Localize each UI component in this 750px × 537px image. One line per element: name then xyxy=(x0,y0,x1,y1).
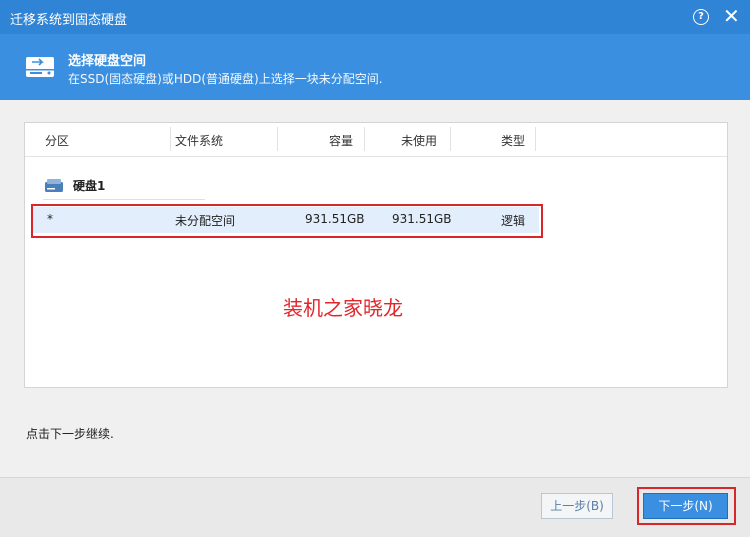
column-partition[interactable]: 分区 xyxy=(45,132,69,149)
title-bar: 迁移系统到固态硬盘 ? ✕ xyxy=(0,0,750,34)
column-divider[interactable] xyxy=(450,127,451,151)
disk-label: 硬盘1 xyxy=(73,179,106,193)
column-type[interactable]: 类型 xyxy=(501,132,525,149)
partition-table: 分区 文件系统 容量 未使用 类型 硬盘1 * 未分配空间 931.51GB 9… xyxy=(24,122,728,388)
hint-text: 点击下一步继续. xyxy=(26,427,114,441)
close-icon[interactable]: ✕ xyxy=(723,5,740,27)
table-header: 分区 文件系统 容量 未使用 类型 xyxy=(25,123,727,157)
column-divider[interactable] xyxy=(277,127,278,151)
highlight-box xyxy=(31,204,543,238)
step-header: 选择硬盘空间 在SSD(固态硬盘)或HDD(普通硬盘)上选择一块未分配空间. xyxy=(0,34,750,100)
hard-disk-icon xyxy=(26,57,54,77)
column-capacity[interactable]: 容量 xyxy=(329,132,353,149)
help-icon[interactable]: ? xyxy=(693,9,709,25)
step-subtitle: 在SSD(固态硬盘)或HDD(普通硬盘)上选择一块未分配空间. xyxy=(68,72,383,86)
disk-group: 硬盘1 xyxy=(43,175,205,200)
column-divider[interactable] xyxy=(364,127,365,151)
highlight-box xyxy=(637,487,736,525)
step-title: 选择硬盘空间 xyxy=(68,54,147,69)
footer: 上一步(B) 下一步(N) xyxy=(0,477,750,537)
column-divider[interactable] xyxy=(535,127,536,151)
content-area: 分区 文件系统 容量 未使用 类型 硬盘1 * 未分配空间 931.51GB 9… xyxy=(0,100,750,537)
column-filesystem[interactable]: 文件系统 xyxy=(175,132,223,149)
column-unused[interactable]: 未使用 xyxy=(401,132,437,149)
window-title: 迁移系统到固态硬盘 xyxy=(10,13,128,28)
overlay-text: 装机之家晓龙 xyxy=(283,296,403,320)
column-divider[interactable] xyxy=(170,127,171,151)
prev-button[interactable]: 上一步(B) xyxy=(541,493,613,519)
disk-icon xyxy=(45,179,63,192)
